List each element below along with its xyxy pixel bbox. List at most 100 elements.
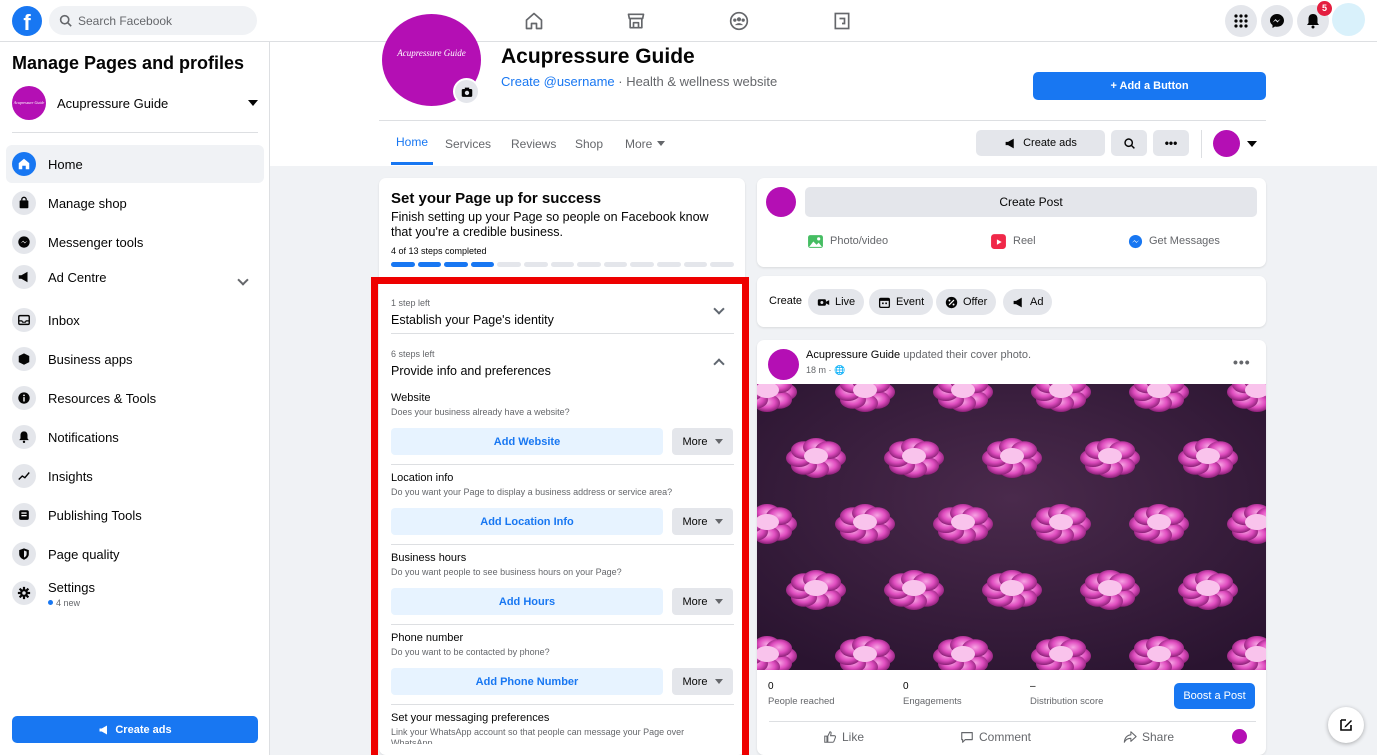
add-hours-button[interactable]: Add Hours <box>391 588 663 615</box>
sidebar-item-settings[interactable]: Settings <box>6 574 264 612</box>
more-button[interactable]: More <box>672 588 733 615</box>
ad-chip[interactable]: Ad <box>1003 289 1053 315</box>
create-ads-button[interactable]: Create ads <box>12 716 258 743</box>
page-avatar[interactable] <box>1232 729 1247 744</box>
more-button[interactable]: More <box>672 508 733 535</box>
create-username-link[interactable]: Create @username <box>501 74 615 89</box>
sidebar-item-label: Resources & Tools <box>48 390 157 406</box>
sidebar-item-label: Insights <box>48 468 93 484</box>
search-box[interactable] <box>49 6 257 35</box>
get-messages-button[interactable]: Get Messages <box>1128 232 1220 250</box>
more-button[interactable]: More <box>672 668 733 695</box>
spike-flower <box>933 504 993 544</box>
more-options-button[interactable]: ••• <box>1153 130 1189 156</box>
setup-item-title: Website <box>391 392 431 404</box>
live-chip[interactable]: Live <box>808 289 865 315</box>
spike-flower <box>1031 504 1091 544</box>
event-chip[interactable]: Event <box>869 289 934 315</box>
setup-item-description: Does your business already have a websit… <box>391 407 570 417</box>
globe-icon: 🌐 <box>834 365 846 375</box>
add-location-info-button[interactable]: Add Location Info <box>391 508 663 535</box>
like-button[interactable]: Like <box>823 729 864 745</box>
tab-shop[interactable]: Shop <box>575 122 603 165</box>
create-label: Create <box>769 295 803 307</box>
page-meta: Create @username · Health & wellness web… <box>501 74 777 89</box>
sidebar-item-ad-centre[interactable]: Ad Centre <box>6 258 264 296</box>
section-title[interactable]: Establish your Page's identity <box>391 313 554 327</box>
reel-button[interactable]: Reel <box>990 232 1036 250</box>
post-timestamp[interactable]: 18 m · 🌐 <box>806 365 845 376</box>
sidebar-item-publishing-tools[interactable]: Publishing Tools <box>6 496 264 534</box>
create-post-button[interactable]: Create Post <box>805 187 1257 217</box>
progress-segment <box>683 262 708 267</box>
tab-home[interactable]: Home <box>391 122 433 165</box>
stat-value: 0 <box>768 681 774 692</box>
sidebar-item-home[interactable]: Home <box>6 145 264 183</box>
sidebar-item-messenger-tools[interactable]: Messenger tools <box>6 223 264 261</box>
sidebar-item-insights[interactable]: Insights <box>6 457 264 495</box>
sidebar-item-notifications[interactable]: Notifications <box>6 418 264 456</box>
page-switcher[interactable]: Acupressure Guide Acupressure Guide <box>12 86 258 120</box>
progress-segment <box>710 262 734 267</box>
new-message-button[interactable] <box>1328 707 1364 743</box>
sidebar-item-business-apps[interactable]: Business apps <box>6 340 264 378</box>
post-author-name[interactable]: Acupressure Guide <box>806 349 900 361</box>
gaming-nav-icon[interactable] <box>829 8 855 34</box>
groups-nav-icon[interactable] <box>726 8 752 34</box>
divider <box>769 721 1256 722</box>
sidebar-item-manage-shop[interactable]: Manage shop <box>6 184 264 222</box>
post-author-avatar[interactable] <box>768 349 799 380</box>
facebook-logo[interactable]: f <box>12 6 42 36</box>
offer-chip[interactable]: Offer <box>936 289 997 315</box>
sidebar-item-label: Ad Centre <box>48 269 107 285</box>
marketplace-nav-icon[interactable] <box>623 8 649 34</box>
post-time-text: 18 m · <box>806 365 835 375</box>
add-website-button[interactable]: Add Website <box>391 428 663 455</box>
more-button[interactable]: More <box>672 428 733 455</box>
tab-reviews[interactable]: Reviews <box>511 122 556 165</box>
menu-grid-button[interactable] <box>1225 5 1257 37</box>
share-button[interactable]: Share <box>1123 729 1174 745</box>
shield-icon <box>12 542 36 566</box>
page-avatar: Acupressure Guide <box>12 86 46 120</box>
cover-photo-image[interactable] <box>757 384 1266 670</box>
section-steps-left: 1 step left <box>391 298 431 308</box>
sidebar-item-label: Page quality <box>48 546 120 562</box>
section-title[interactable]: Provide info and preferences <box>391 364 551 378</box>
messenger-button[interactable] <box>1261 5 1293 37</box>
sidebar-item-resources-tools[interactable]: Resources & Tools <box>6 379 264 417</box>
caret-down-icon[interactable] <box>1247 141 1257 147</box>
photo-video-button[interactable]: Photo/video <box>807 232 888 250</box>
bell-icon <box>12 425 36 449</box>
create-ads-header-button[interactable]: Create ads <box>976 130 1105 156</box>
page-avatar[interactable] <box>1213 130 1240 157</box>
caret-down-icon <box>248 100 258 106</box>
progress-segment <box>577 262 601 267</box>
account-avatar[interactable] <box>1332 3 1365 36</box>
camera-button[interactable] <box>453 78 480 105</box>
post-options-icon[interactable]: ••• <box>1233 354 1251 370</box>
progress-segment <box>417 262 442 267</box>
video-camera-icon <box>817 298 830 306</box>
add-a-button[interactable]: + Add a Button <box>1033 72 1266 100</box>
calendar-icon <box>878 297 891 308</box>
chip-label: Offer <box>963 296 988 308</box>
comment-button[interactable]: Comment <box>960 729 1031 745</box>
tab-label: Shop <box>575 136 604 151</box>
steps-completed: 4 of 13 steps completed <box>391 246 487 256</box>
tab-more[interactable]: More <box>625 122 666 165</box>
home-nav-icon[interactable] <box>521 8 547 34</box>
spike-flower <box>1178 570 1238 610</box>
search-input[interactable] <box>78 13 248 28</box>
boost-post-button[interactable]: Boost a Post <box>1174 683 1255 709</box>
sidebar-item-page-quality[interactable]: Page quality <box>6 535 264 573</box>
insights-icon <box>12 464 36 488</box>
tab-services[interactable]: Services <box>445 122 491 165</box>
spike-flower <box>884 438 944 478</box>
spike-flower <box>1129 504 1189 544</box>
setup-item-title: Location info <box>391 472 454 484</box>
add-phone-number-button[interactable]: Add Phone Number <box>391 668 663 695</box>
search-page-button[interactable] <box>1111 130 1147 156</box>
spike-flower <box>1080 438 1140 478</box>
sidebar-item-inbox[interactable]: Inbox <box>6 301 264 339</box>
